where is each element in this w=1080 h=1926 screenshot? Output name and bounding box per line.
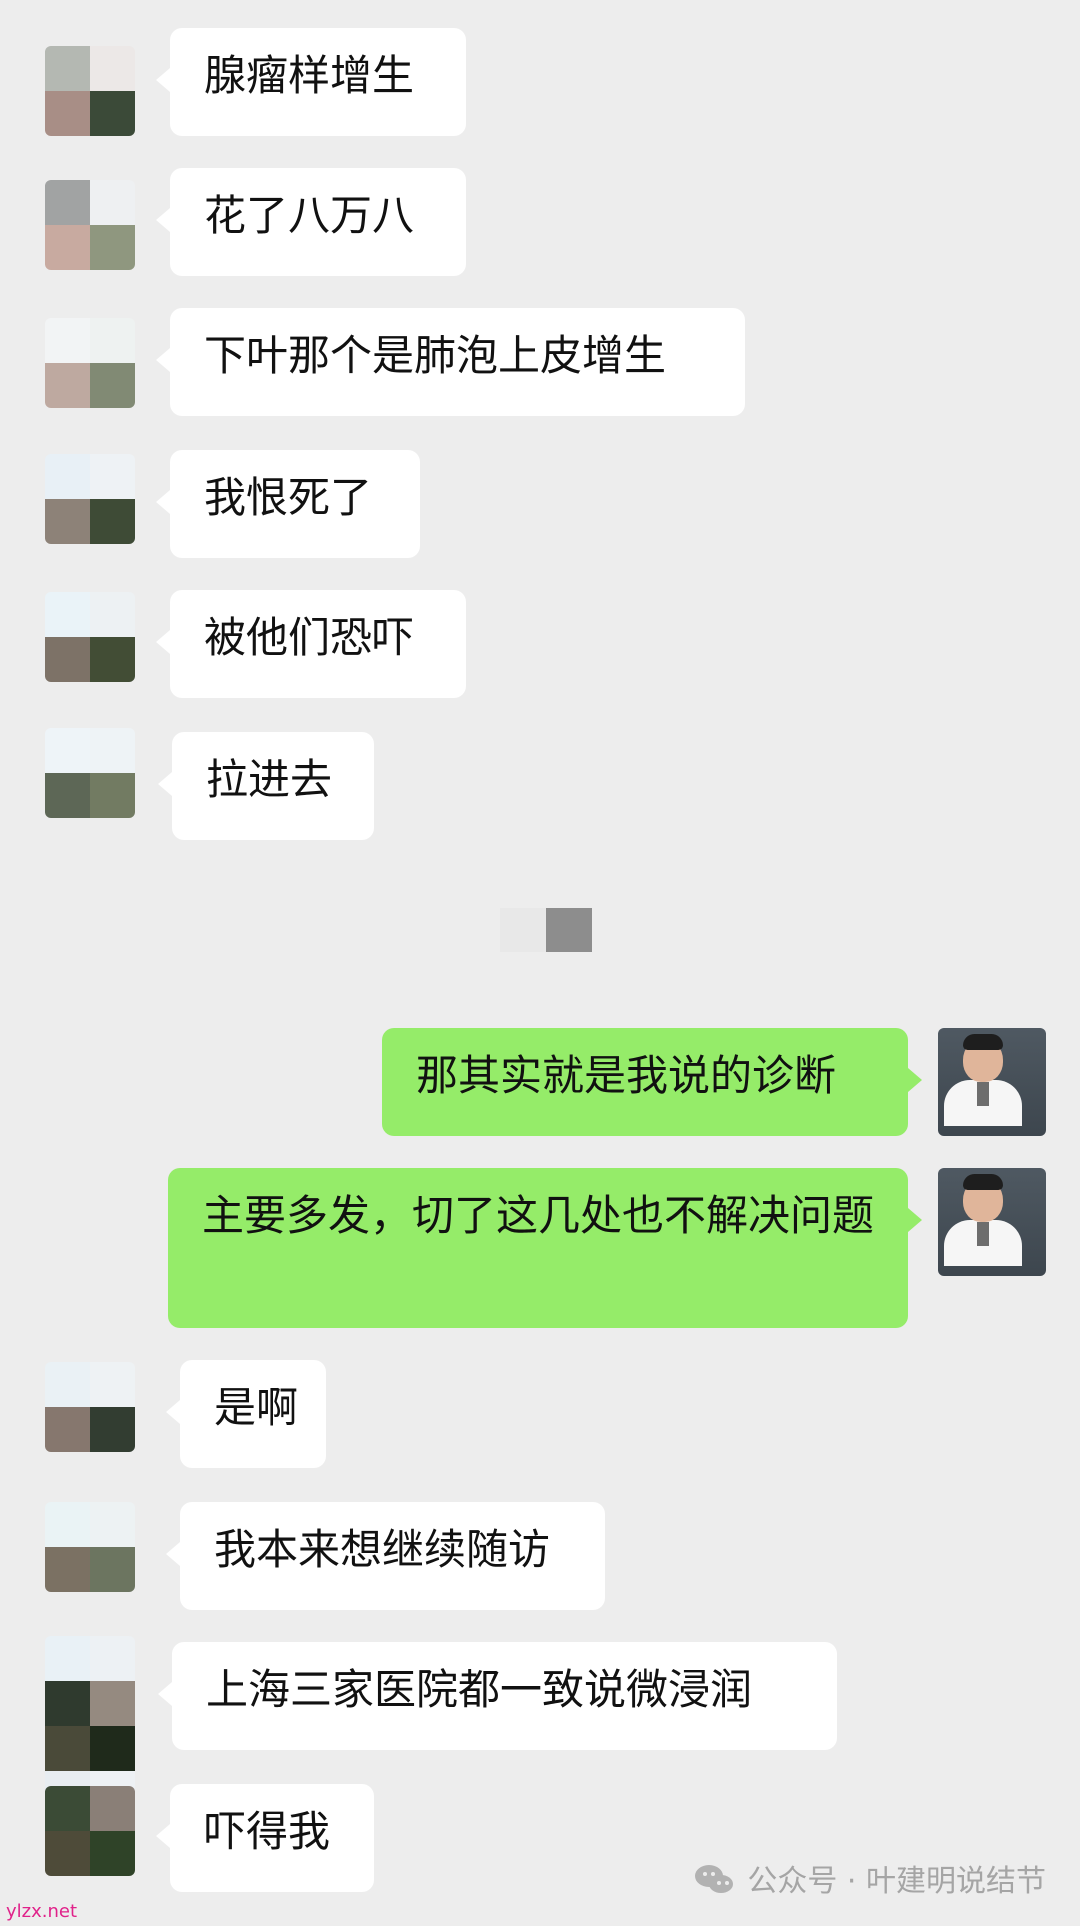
official-account-watermark: 公众号 · 叶建明说结节	[695, 1864, 1046, 1900]
message-bubble-incoming[interactable]: 我本来想继续随访	[166, 1502, 605, 1610]
message-text: 主要多发，切了这几处也不解决问题	[202, 1191, 875, 1240]
message-bubble-incoming[interactable]: 上海三家医院都一致说微浸润	[158, 1642, 837, 1750]
message-bubble-outgoing[interactable]: 主要多发，切了这几处也不解决问题	[168, 1168, 922, 1328]
message-bubble-incoming[interactable]: 我恨死了	[156, 450, 420, 558]
message-bubble-incoming[interactable]: 下叶那个是肺泡上皮增生	[156, 308, 745, 416]
message-text: 是啊	[214, 1383, 299, 1432]
doctor-avatar[interactable]	[938, 1028, 1046, 1136]
sender-avatar-blurred[interactable]	[45, 592, 135, 682]
message-text: 腺瘤样增生	[204, 51, 415, 100]
doctor-avatar[interactable]	[938, 1168, 1046, 1276]
sender-avatar-blurred[interactable]	[45, 180, 135, 270]
message-text: 吓得我	[204, 1807, 331, 1856]
message-text: 花了八万八	[204, 191, 415, 240]
blurred-timestamp	[500, 908, 592, 952]
sender-avatar-blurred[interactable]	[45, 46, 135, 136]
message-text: 上海三家医院都一致说微浸润	[206, 1665, 753, 1714]
sender-avatar-blurred[interactable]	[45, 454, 135, 544]
message-bubble-incoming[interactable]: 是啊	[166, 1360, 326, 1468]
sender-avatar-blurred[interactable]	[45, 318, 135, 408]
message-bubble-incoming[interactable]: 吓得我	[156, 1784, 374, 1892]
message-bubble-incoming[interactable]: 拉进去	[158, 732, 374, 840]
message-text: 我本来想继续随访	[214, 1525, 551, 1574]
site-tag: ylzx.net	[6, 1901, 78, 1922]
sender-avatar-blurred[interactable]	[45, 728, 135, 818]
message-text: 被他们恐吓	[204, 613, 415, 662]
message-text: 那其实就是我说的诊断	[416, 1051, 837, 1100]
message-bubble-incoming[interactable]: 花了八万八	[156, 168, 466, 276]
message-bubble-outgoing[interactable]: 那其实就是我说的诊断	[382, 1028, 922, 1136]
message-bubble-incoming[interactable]: 被他们恐吓	[156, 590, 466, 698]
chat-conversation: 腺瘤样增生 花了八万八 下叶那个是肺泡上皮增生 我恨死了 被他们恐吓 拉进去 那…	[0, 0, 1080, 1926]
sender-avatar-blurred[interactable]	[45, 1362, 135, 1452]
sender-avatar-blurred[interactable]	[45, 1502, 135, 1592]
message-text: 下叶那个是肺泡上皮增生	[204, 331, 667, 380]
wechat-icon	[695, 1865, 737, 1899]
watermark-text: 公众号 · 叶建明说结节	[747, 1864, 1046, 1899]
message-text: 拉进去	[206, 755, 333, 804]
message-text: 我恨死了	[204, 473, 373, 522]
message-bubble-incoming[interactable]: 腺瘤样增生	[156, 28, 466, 136]
sender-avatar-blurred[interactable]	[45, 1786, 135, 1876]
